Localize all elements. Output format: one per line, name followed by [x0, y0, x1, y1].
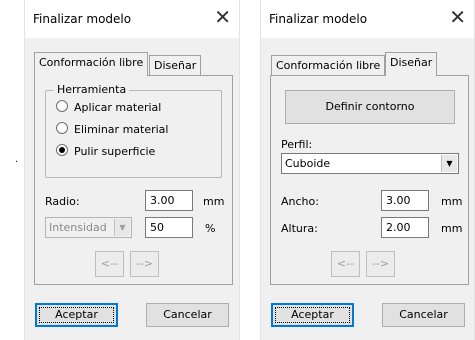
tab-conformacion-libre[interactable]: Conformación libre	[34, 52, 149, 76]
stray-dot: .	[15, 154, 19, 165]
group-label: Herramienta	[54, 83, 130, 96]
radio-aplicar-material[interactable]: Aplicar material	[56, 100, 161, 116]
radio-icon	[56, 100, 68, 112]
width-label: Ancho:	[281, 195, 319, 208]
profile-label: Perfil:	[281, 138, 313, 151]
accept-button[interactable]: Aceptar	[271, 303, 354, 327]
accept-label: Aceptar	[291, 308, 334, 321]
next-button[interactable]: -->	[130, 251, 159, 277]
radius-label: Radio:	[45, 195, 80, 208]
height-unit: mm	[441, 222, 463, 235]
dialog-right: Finalizar modelo ✕ Conformación libre Di…	[260, 0, 475, 340]
intensity-select[interactable]: Intensidad ▼	[45, 217, 132, 238]
close-icon[interactable]: ✕	[449, 7, 466, 27]
dialog-title: Finalizar modelo	[269, 12, 368, 26]
radio-label: Eliminar material	[74, 123, 169, 136]
chevron-down-icon: ▼	[441, 155, 457, 172]
close-icon[interactable]: ✕	[214, 7, 231, 27]
radio-icon	[56, 122, 68, 134]
define-contour-button[interactable]: Definir contorno	[285, 90, 455, 124]
dialog-title: Finalizar modelo	[33, 12, 132, 26]
intensity-unit: %	[205, 222, 216, 235]
prev-button[interactable]: <--	[95, 251, 124, 277]
height-input[interactable]: 2.00	[381, 217, 429, 238]
radius-unit: mm	[203, 195, 225, 208]
next-button[interactable]: -->	[366, 251, 395, 277]
radio-pulir-superficie[interactable]: Pulir superficie	[56, 144, 155, 160]
radius-input[interactable]: 3.00	[145, 190, 193, 211]
chevron-down-icon: ▼	[114, 219, 130, 236]
accept-button[interactable]: Aceptar	[35, 303, 118, 327]
width-input[interactable]: 3.00	[381, 190, 429, 211]
tab-panel: Definir contorno Perfil: Cuboide ▼ Ancho…	[270, 75, 469, 285]
tab-disenar[interactable]: Diseñar	[149, 55, 202, 76]
height-label: Altura:	[281, 222, 318, 235]
radio-checked-icon	[56, 144, 68, 156]
width-unit: mm	[441, 195, 463, 208]
profile-select[interactable]: Cuboide ▼	[281, 153, 459, 174]
intensity-input[interactable]: 50	[145, 217, 193, 238]
tab-disenar[interactable]: Diseñar	[385, 52, 438, 76]
title-bar: Finalizar modelo ✕	[25, 0, 239, 38]
cancel-button[interactable]: Cancelar	[146, 303, 229, 327]
title-bar: Finalizar modelo ✕	[261, 0, 474, 38]
accept-label: Aceptar	[55, 308, 98, 321]
radio-label: Aplicar material	[74, 101, 162, 114]
tab-conformacion-libre[interactable]: Conformación libre	[271, 55, 386, 76]
tab-panel: Herramienta Aplicar material Eliminar ma…	[34, 75, 233, 285]
cancel-button[interactable]: Cancelar	[382, 303, 465, 327]
radio-label: Pulir superficie	[74, 145, 156, 158]
intensity-select-value: Intensidad	[49, 221, 107, 234]
herramienta-group: Herramienta Aplicar material Eliminar ma…	[45, 83, 222, 178]
prev-button[interactable]: <--	[331, 251, 360, 277]
profile-select-value: Cuboide	[285, 157, 331, 170]
dialog-left: Finalizar modelo ✕ Conformación libre Di…	[24, 0, 240, 340]
radio-eliminar-material[interactable]: Eliminar material	[56, 122, 168, 138]
